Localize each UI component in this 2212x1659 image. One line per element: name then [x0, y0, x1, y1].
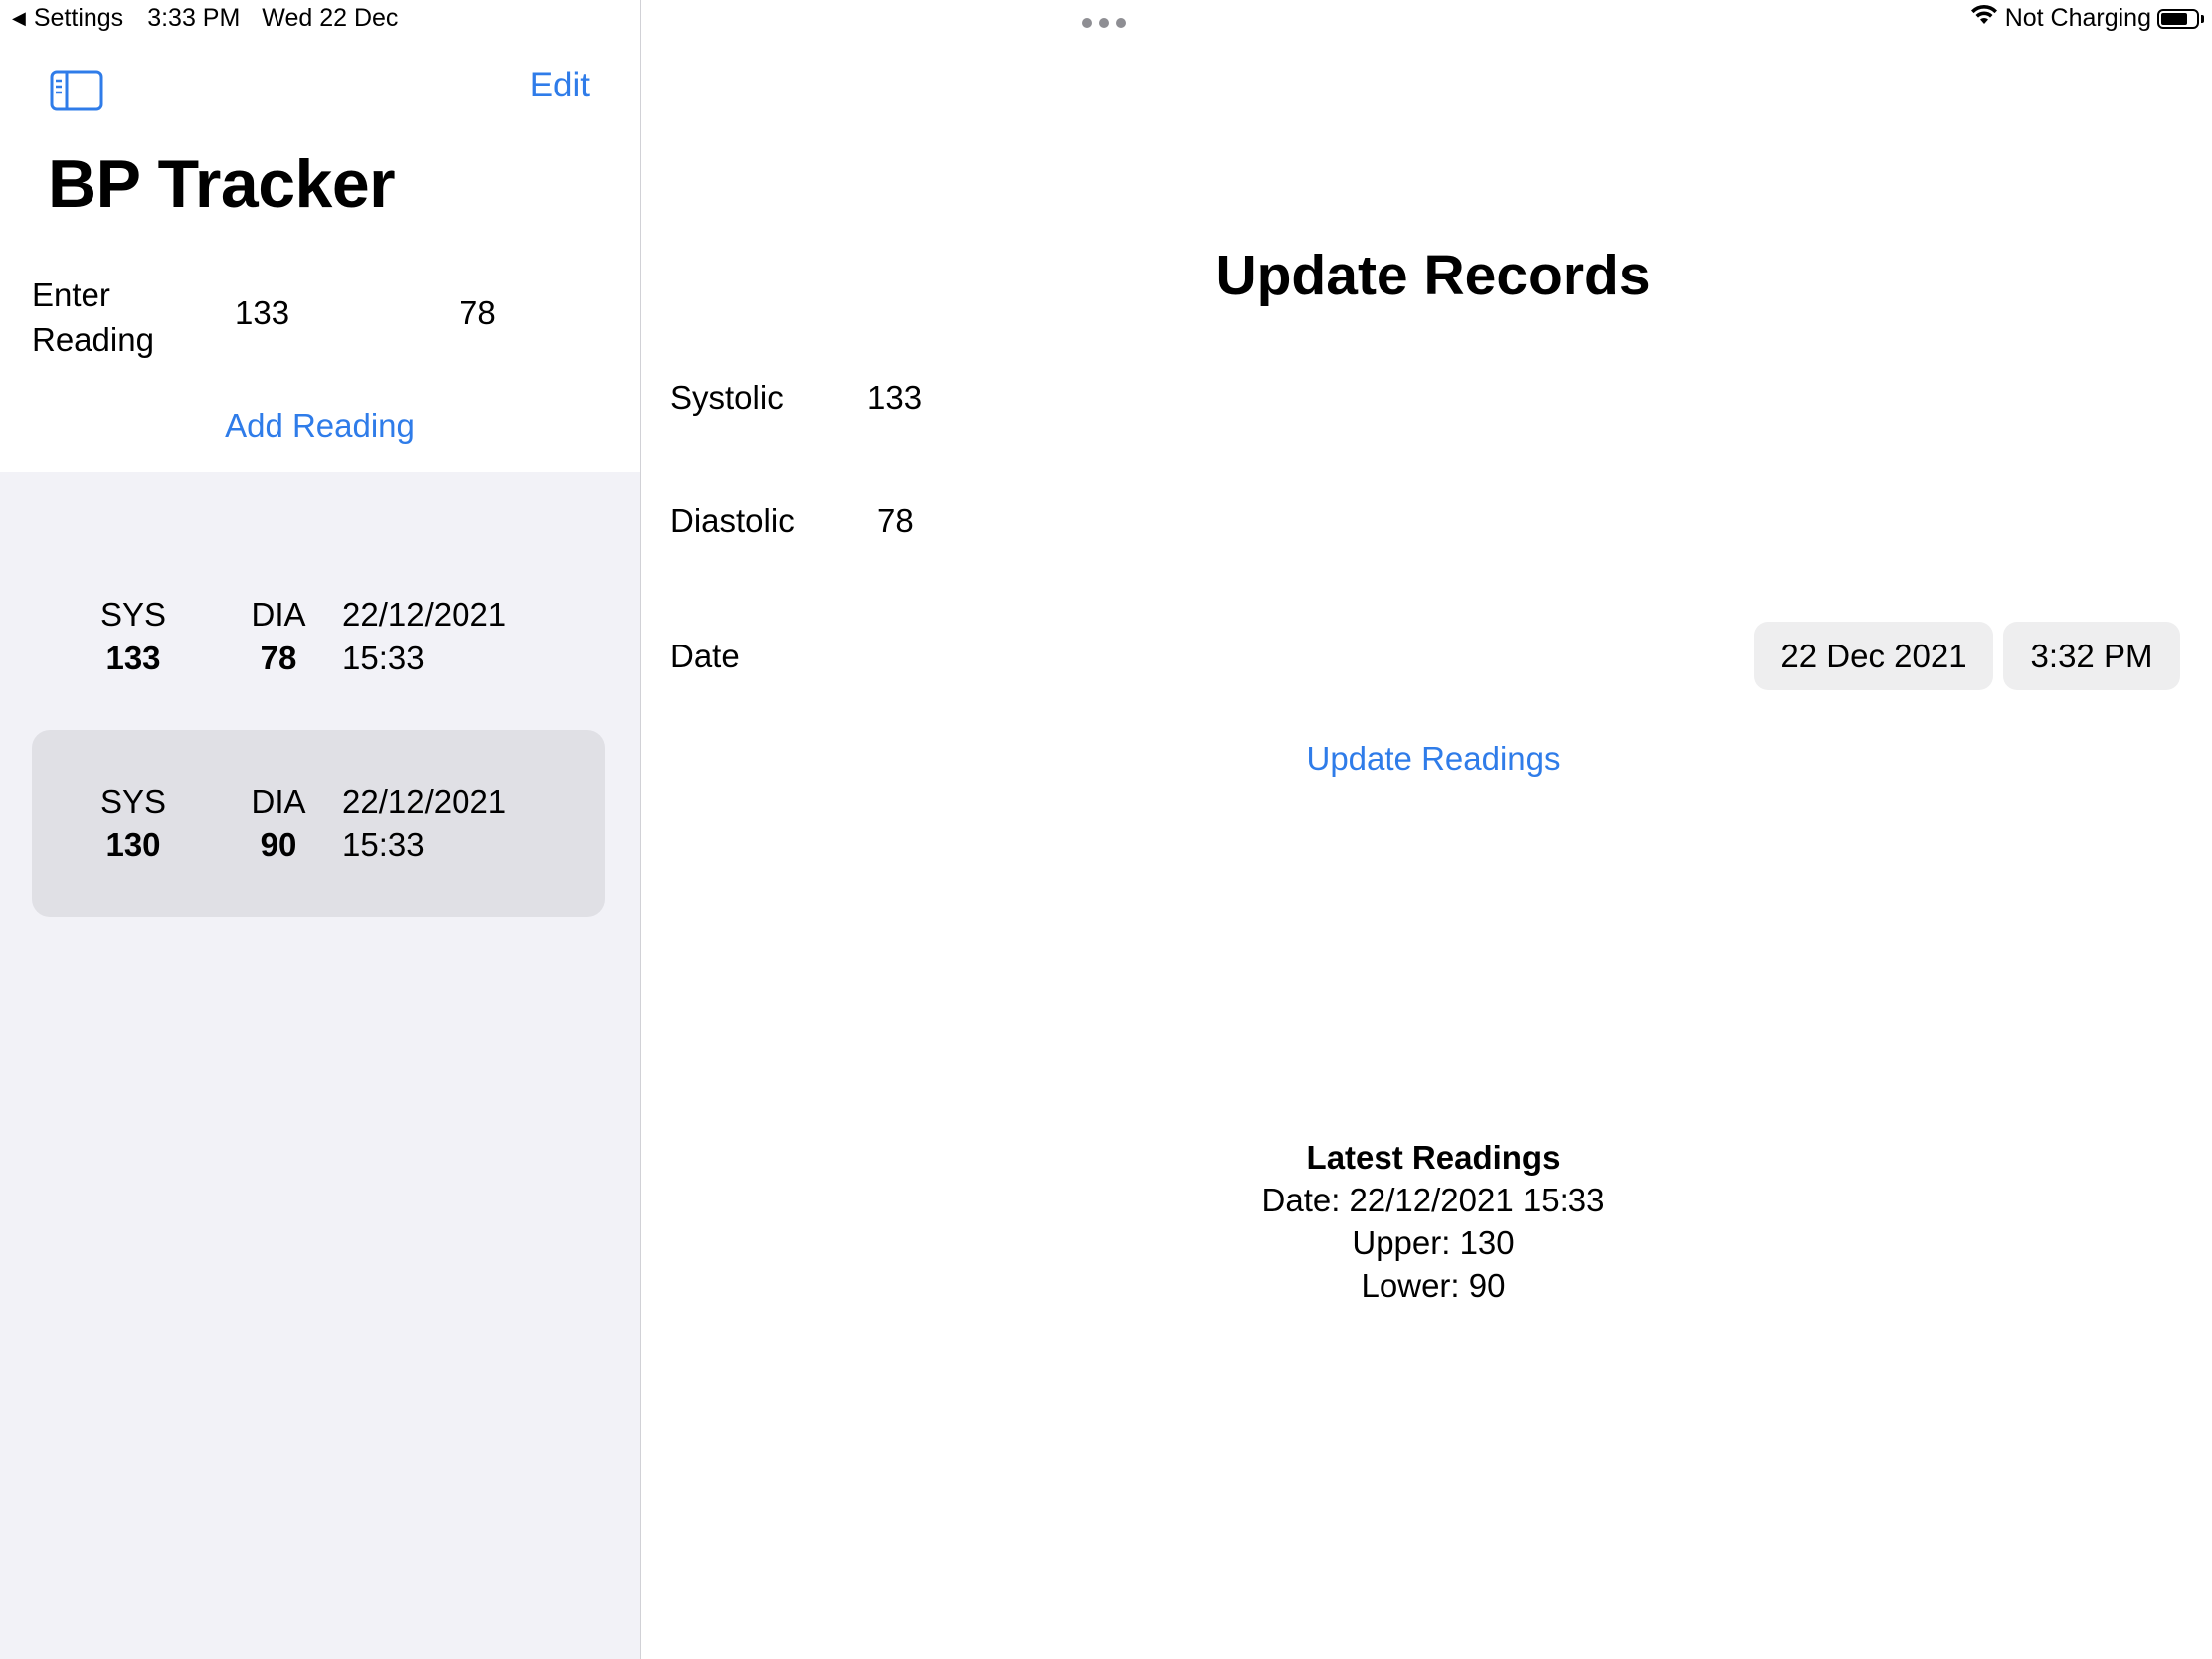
time-picker-button[interactable]: 3:32 PM — [2003, 622, 2180, 690]
status-date: Wed 22 Dec — [262, 4, 399, 32]
date-label: Date — [670, 638, 740, 674]
sys-column: SYS 130 — [84, 780, 183, 867]
battery-fill — [2161, 12, 2188, 25]
sys-column: SYS 133 — [84, 593, 183, 680]
reading-date: 22/12/2021 — [342, 596, 507, 633]
diastolic-label: Diastolic — [670, 502, 795, 539]
dia-column: DIA 78 — [229, 593, 328, 680]
charging-status: Not Charging — [2004, 4, 2151, 32]
latest-readings: Latest Readings Date: 22/12/2021 15:33 U… — [641, 1136, 2212, 1307]
datetime-column: 22/12/2021 15:33 — [342, 780, 506, 867]
reading-date: 22/12/2021 — [342, 783, 507, 820]
reading-time: 15:33 — [342, 827, 425, 863]
latest-upper: Upper: 130 — [1352, 1224, 1515, 1261]
reading-time: 15:33 — [342, 640, 425, 676]
add-reading-button[interactable]: Add Reading — [0, 407, 640, 445]
dia-value: 78 — [260, 640, 297, 676]
back-arrow-icon[interactable]: ◀ — [12, 8, 26, 29]
battery-icon — [2157, 8, 2199, 29]
back-to-app-label[interactable]: Settings — [34, 4, 123, 33]
dia-column: DIA 90 — [229, 780, 328, 867]
latest-date: Date: 22/12/2021 15:33 — [1261, 1182, 1605, 1218]
latest-readings-title: Latest Readings — [1306, 1139, 1561, 1176]
date-picker-button[interactable]: 22 Dec 2021 — [1754, 622, 1993, 690]
sidebar-toggle-icon[interactable] — [50, 68, 103, 113]
datetime-column: 22/12/2021 15:33 — [342, 593, 506, 680]
diastolic-field[interactable]: 78 — [877, 502, 914, 540]
detail-pane: Update Records Systolic 133 Diastolic 78… — [641, 0, 2212, 1659]
battery-tip — [2201, 14, 2204, 23]
update-readings-button[interactable]: Update Readings — [641, 740, 2212, 778]
sys-label: SYS — [99, 783, 167, 820]
dia-label: DIA — [251, 783, 306, 820]
sys-label: SYS — [99, 596, 167, 633]
app-title: BP Tracker — [48, 146, 396, 222]
systolic-field[interactable]: 133 — [867, 379, 922, 417]
edit-button[interactable]: Edit — [530, 66, 590, 105]
diastolic-input[interactable] — [460, 294, 579, 332]
reading-row-selected[interactable]: SYS 130 DIA 90 22/12/2021 15:33 — [32, 730, 605, 917]
systolic-input[interactable] — [235, 294, 354, 332]
sidebar-header: Edit BP Tracker Enter Reading Add Readin… — [0, 0, 640, 472]
page-title: Update Records — [1215, 244, 1651, 307]
wifi-icon — [1969, 4, 1999, 33]
status-bar: ◀ Settings 3:33 PM Wed 22 Dec Not Chargi… — [0, 0, 2212, 40]
sys-value: 133 — [105, 640, 161, 676]
enter-reading-label: Enter Reading — [32, 276, 154, 358]
sys-value: 130 — [105, 827, 161, 863]
status-right: Not Charging — [1969, 4, 2204, 33]
dia-label: DIA — [251, 596, 306, 633]
dia-value: 90 — [260, 827, 297, 863]
systolic-label: Systolic — [670, 379, 784, 416]
status-time: 3:33 PM — [147, 4, 241, 32]
latest-lower: Lower: 90 — [1361, 1267, 1506, 1304]
sidebar: Edit BP Tracker Enter Reading Add Readin… — [0, 0, 641, 1659]
status-left: ◀ Settings 3:33 PM Wed 22 Dec — [12, 4, 398, 33]
